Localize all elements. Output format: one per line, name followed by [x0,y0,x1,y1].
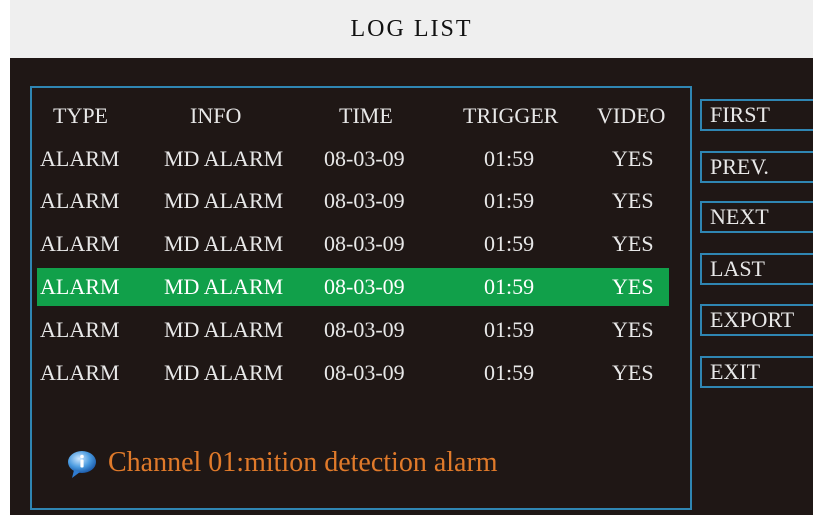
cell-info: MD ALARM [164,360,284,385]
next-button[interactable]: NEXT [700,201,813,233]
column-header-video: VIDEO [597,103,666,128]
cell-type: ALARM [40,317,120,342]
cell-time: 08-03-09 [324,317,405,342]
cell-info: MD ALARM [164,274,284,299]
cell-info: MD ALARM [164,188,284,213]
cell-video: YES [612,274,654,299]
cell-trigger: 01:59 [484,188,535,213]
column-header-info: INFO [190,103,242,128]
table-row[interactable]: ALARM MD ALARM 08-03-09 01:59 YES [37,311,669,349]
last-button[interactable]: LAST [700,253,813,285]
table-row[interactable]: ALARM MD ALARM 08-03-09 01:59 YES [37,182,669,220]
cell-info: MD ALARM [164,146,284,171]
cell-type: ALARM [40,274,120,299]
cell-time: 08-03-09 [324,274,405,299]
cell-video: YES [612,188,654,213]
cell-type: ALARM [40,360,120,385]
column-header-trigger: TRIGGER [463,103,559,128]
table-row-selected[interactable]: ALARM MD ALARM 08-03-09 01:59 YES [37,268,669,306]
table-row[interactable]: ALARM MD ALARM 08-03-09 01:59 YES [37,225,669,263]
cell-info: MD ALARM [164,317,284,342]
cell-time: 08-03-09 [324,188,405,213]
exit-button[interactable]: EXIT [700,356,813,388]
cell-trigger: 01:59 [484,317,535,342]
cell-trigger: 01:59 [484,360,535,385]
cell-time: 08-03-09 [324,360,405,385]
cell-video: YES [612,360,654,385]
cell-time: 08-03-09 [324,146,405,171]
cell-type: ALARM [40,188,120,213]
table-row[interactable]: ALARM MD ALARM 08-03-09 01:59 YES [37,140,669,178]
prev-button[interactable]: PREV. [700,151,813,183]
table-header: TYPE INFO TIME TRIGGER VIDEO [37,97,669,135]
cell-type: ALARM [40,146,120,171]
export-button[interactable]: EXPORT [700,304,813,336]
cell-trigger: 01:59 [484,146,535,171]
info-icon [66,448,96,478]
cell-video: YES [612,231,654,256]
cell-type: ALARM [40,231,120,256]
cell-trigger: 01:59 [484,231,535,256]
window-title: LOG LIST [10,0,813,58]
cell-info: MD ALARM [164,231,284,256]
status-message-text: Channel 01:mition detection alarm [108,447,498,478]
column-header-type: TYPE [53,103,108,128]
cell-trigger: 01:59 [484,274,535,299]
cell-video: YES [612,317,654,342]
column-header-time: TIME [339,103,393,128]
cell-time: 08-03-09 [324,231,405,256]
cell-video: YES [612,146,654,171]
status-message-bar: Channel 01:mition detection alarm [66,443,498,483]
first-button[interactable]: FIRST [700,99,813,131]
table-row[interactable]: ALARM MD ALARM 08-03-09 01:59 YES [37,354,669,392]
